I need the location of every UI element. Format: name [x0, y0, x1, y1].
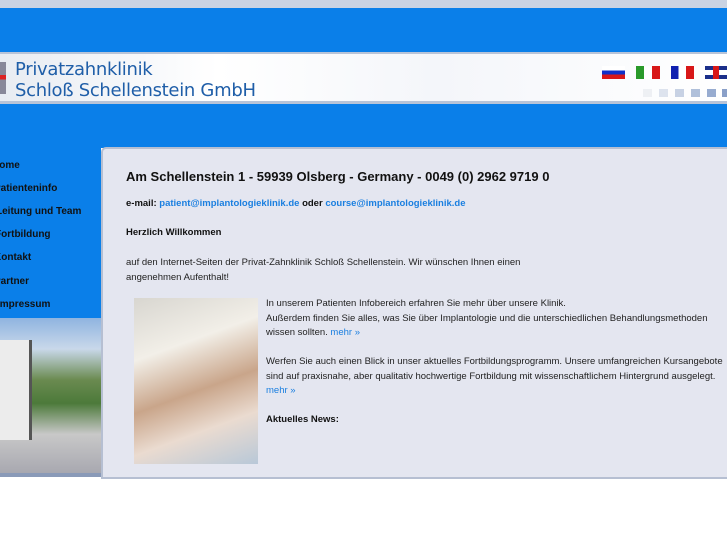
email-line: e-mail: patient@implantologieklinik.de o…	[126, 198, 466, 209]
logo-icon	[0, 62, 6, 94]
castle-photo	[0, 318, 101, 473]
english-flag-icon[interactable]	[705, 66, 727, 79]
text-line: sind auf praxisnahe, aber qualitativ hoc…	[266, 370, 716, 382]
top-strip	[0, 0, 727, 8]
intro-text: auf den Internet-Seiten der Privat-Zahnk…	[126, 257, 521, 283]
more-link-fortbildung[interactable]: mehr »	[266, 385, 296, 396]
decor-square	[659, 89, 668, 97]
dentist-photo	[134, 298, 258, 464]
patient-info-text: In unserem Patienten Infobereich erfahre…	[266, 297, 708, 341]
decor-square	[722, 89, 727, 97]
text-line: In unserem Patienten Infobereich erfahre…	[266, 298, 566, 309]
sidebar-shadow	[0, 473, 104, 477]
nav-impressum[interactable]: Impressum	[0, 299, 50, 310]
address-heading: Am Schellenstein 1 - 59939 Olsberg - Ger…	[126, 169, 550, 184]
russian-flag-icon[interactable]	[602, 66, 625, 79]
course-email-link[interactable]: course@implantologieklinik.de	[325, 198, 465, 209]
email-label: e-mail:	[126, 198, 157, 209]
french-flag-icon[interactable]	[671, 66, 694, 79]
text-line: wissen sollten.	[266, 327, 328, 338]
decor-square	[643, 89, 652, 97]
nav-kontakt[interactable]: Kontakt	[0, 252, 31, 263]
nav-home[interactable]: Home	[0, 160, 20, 171]
nav-leitung-und-team[interactable]: Leitung und Team	[0, 206, 81, 217]
fortbildung-text: Werfen Sie auch einen Blick in unser akt…	[266, 355, 723, 399]
brand-subtitle: Schloß Schellenstein GmbH	[15, 80, 256, 101]
welcome-heading: Herzlich Willkommen	[126, 227, 222, 238]
nav-fortbildung[interactable]: Fortbildung	[0, 229, 51, 240]
more-link-patients[interactable]: mehr »	[330, 327, 360, 338]
decor-square	[691, 89, 700, 97]
email-or: oder	[302, 198, 323, 209]
nav-partner[interactable]: Partner	[0, 276, 29, 287]
text-line: Werfen Sie auch einen Blick in unser akt…	[266, 356, 723, 367]
brand-name: Privatzahnklinik	[15, 59, 153, 80]
news-heading: Aktuelles News:	[266, 414, 339, 425]
decor-square	[675, 89, 684, 97]
header-banner: Privatzahnklinik Schloß Schellenstein Gm…	[0, 52, 727, 104]
sidebar-nav: Home Patienteninfo Leitung und Team Fort…	[0, 148, 101, 318]
decor-square	[707, 89, 716, 97]
house-shape	[0, 340, 32, 440]
italian-flag-icon[interactable]	[636, 66, 660, 79]
text-line: Außerdem finden Sie alles, was Sie über …	[266, 312, 708, 324]
nav-patienteninfo[interactable]: Patienteninfo	[0, 183, 57, 194]
patient-email-link[interactable]: patient@implantologieklinik.de	[159, 198, 299, 209]
